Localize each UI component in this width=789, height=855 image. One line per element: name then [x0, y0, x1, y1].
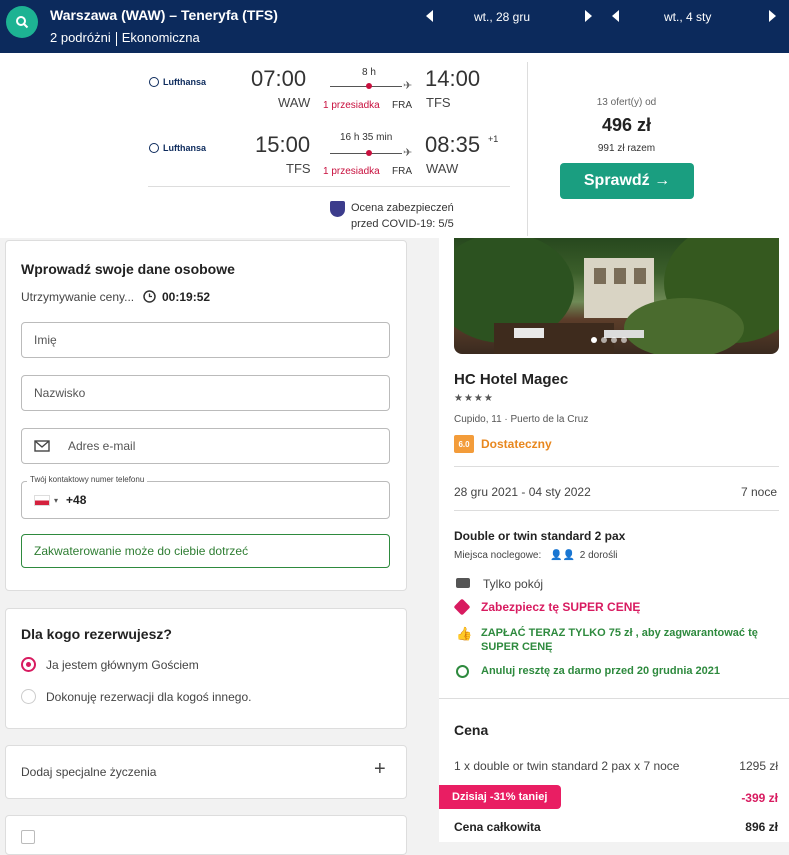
outbound-stops: 1 przesiadka: [323, 100, 380, 111]
price-line-label: 1 x double or twin standard 2 pax x 7 no…: [454, 759, 680, 773]
free-cancel-text: Anuluj resztę za darmo przed 20 grudnia …: [481, 665, 721, 677]
super-price-tag: Zabezpiecz tę SUPER CENĘ: [481, 600, 641, 614]
search-icon: [16, 16, 29, 29]
last-name-field[interactable]: Nazwisko: [21, 375, 390, 411]
poland-flag-icon[interactable]: [34, 494, 50, 506]
outbound-via: FRA: [392, 100, 412, 111]
email-placeholder: Adres e-mail: [68, 439, 136, 453]
check-circle-icon: [456, 665, 469, 678]
trip-details[interactable]: 2 podróżni Ekonomiczna: [50, 30, 200, 46]
expand-plus-icon[interactable]: +: [374, 758, 386, 781]
discount-value: -399 zł: [741, 791, 778, 805]
return-departure-code: TFS: [286, 161, 311, 176]
cabin-class: Ekonomiczna: [121, 30, 200, 45]
pay-now-text: ZAPŁAĆ TERAZ TYLKO 75 zł , aby zagwarant…: [481, 627, 758, 653]
search-button[interactable]: [6, 6, 38, 38]
next-return-date-icon[interactable]: [769, 10, 776, 22]
return-stops: 1 przesiadka: [323, 166, 380, 177]
first-name-field[interactable]: Imię: [21, 322, 390, 358]
divider: [527, 62, 528, 236]
offers-count: 13 ofert(y) od: [596, 97, 657, 108]
phone-prefix: +48: [66, 493, 87, 507]
divider: [454, 510, 779, 511]
offer-total: 991 zł razem: [597, 143, 656, 154]
return-stop-dot: [366, 150, 372, 156]
outbound-arrival-time: 14:00: [425, 66, 481, 91]
outbound-departure-time: 07:00: [251, 66, 307, 91]
total-label: Cena całkowita: [454, 820, 541, 834]
bed-icon: [456, 578, 470, 588]
beds-info: Miejsca noclegowe: 👤👤 2 dorośli: [454, 550, 618, 561]
outbound-duration: 8 h: [362, 67, 376, 78]
plane-icon: ✈: [403, 80, 413, 92]
next-panel: [5, 815, 407, 855]
discount-badge: Dzisiaj -31% taniej: [439, 785, 561, 809]
outbound-departure-code: WAW: [278, 95, 311, 110]
divider: [439, 698, 789, 699]
lufthansa-logo-icon: [149, 77, 159, 87]
airline-return: Lufthansa: [149, 143, 206, 153]
return-duration: 16 h 35 min: [340, 132, 393, 143]
plane-icon: ✈: [403, 147, 413, 159]
hotel-address: Cupido, 11 · Puerto de la Cruz: [454, 414, 589, 425]
hotel-name[interactable]: HC Hotel Magec: [454, 371, 568, 388]
return-via: FRA: [392, 166, 412, 177]
return-arrival-time: 08:35: [425, 132, 481, 157]
board-type: Tylko pokój: [483, 577, 544, 591]
search-header: Warszawa (WAW) – Teneryfa (TFS) 2 podróż…: [0, 0, 789, 53]
prev-return-date-icon[interactable]: [612, 10, 619, 22]
route-title[interactable]: Warszawa (WAW) – Teneryfa (TFS): [50, 7, 278, 23]
total-value: 896 zł: [745, 820, 778, 834]
chevron-down-icon[interactable]: ▾: [54, 496, 58, 505]
booking-for-title: Dla kogo rezerwujesz?: [21, 626, 172, 642]
price-line-value: 1295 zł: [739, 759, 778, 773]
price-title: Cena: [454, 722, 489, 738]
prev-depart-date-icon[interactable]: [426, 10, 433, 22]
next-depart-date-icon[interactable]: [585, 10, 592, 22]
room-type: Double or twin standard 2 pax: [454, 529, 626, 543]
divider: [454, 466, 779, 467]
other-guest-label[interactable]: Dokonuję rezerwacji dla kogoś innego.: [46, 690, 251, 704]
return-date[interactable]: wt., 4 sty: [664, 10, 711, 24]
phone-label: Twój kontaktowy numer telefonu: [27, 475, 148, 484]
travelers-count: 2 podróżni: [50, 30, 111, 45]
email-field[interactable]: Adres e-mail: [21, 428, 390, 464]
outbound-arrival-code: TFS: [426, 95, 451, 110]
outbound-stop-dot: [366, 83, 372, 89]
return-arrival-code: WAW: [426, 161, 459, 176]
thumbs-up-icon: 👍: [456, 626, 473, 641]
clock-icon: [143, 290, 156, 303]
contact-notice: Zakwaterowanie może do ciebie dotrzeć: [21, 534, 390, 568]
stay-dates: 28 gru 2021 - 04 sty 2022: [454, 485, 591, 499]
hotel-score-label: Dostateczny: [481, 437, 552, 451]
offer-price: 496 zł: [601, 115, 652, 135]
phone-field[interactable]: ▾ +48: [21, 481, 390, 519]
main-guest-radio[interactable]: [21, 657, 36, 672]
hotel-stars: ★★★★: [454, 393, 494, 404]
depart-date[interactable]: wt., 28 gru: [474, 10, 530, 24]
person-icon: 👤👤: [550, 550, 575, 561]
return-departure-time: 15:00: [255, 132, 311, 157]
personal-data-title: Wprowadź swoje dane osobowe: [21, 261, 235, 277]
hold-timer: 00:19:52: [162, 290, 211, 304]
hotel-photo[interactable]: [454, 238, 779, 354]
shield-icon: [330, 201, 345, 217]
airline-outbound: Lufthansa: [149, 77, 206, 87]
envelope-icon: [34, 440, 50, 452]
other-guest-radio[interactable]: [21, 689, 36, 704]
main-guest-label[interactable]: Ja jestem głównym Gościem: [46, 658, 199, 672]
stay-nights: 7 noce: [740, 485, 777, 499]
hold-price-text: Utrzymywanie ceny...: [21, 290, 135, 304]
check-button[interactable]: Sprawdź →: [560, 163, 694, 199]
hotel-score-badge: 6.0: [454, 435, 474, 453]
divider: [148, 186, 510, 187]
lufthansa-logo-icon: [149, 143, 159, 153]
special-requests-label[interactable]: Dodaj specjalne życzenia: [21, 765, 156, 779]
hotel-photo-image: [454, 238, 779, 354]
covid-rating[interactable]: Ocena zabezpieczeń przed COVID-19: 5/5: [351, 200, 454, 232]
day-offset: +1: [488, 134, 499, 144]
